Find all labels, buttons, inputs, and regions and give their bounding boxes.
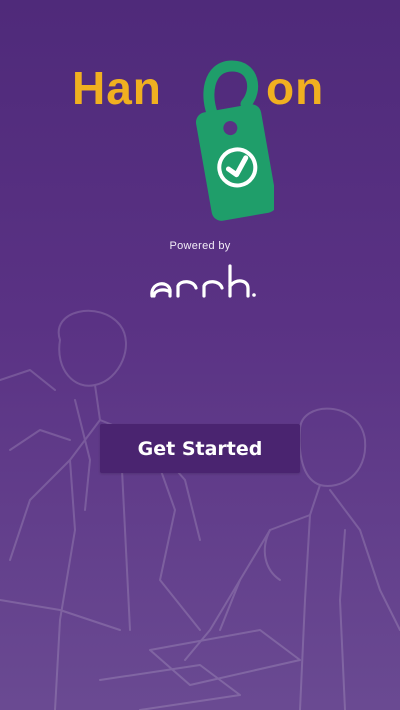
splash-screen: Han on Powered by Get Started [0,0,400,710]
logo-text-right: on [266,62,325,114]
door-hanger-check-icon [195,60,274,221]
office-workers-illustration [0,309,400,710]
hangon-logo: Han on [66,56,336,221]
powered-by-label: Powered by [169,240,231,252]
logo-text-left: Han [72,62,162,114]
arrk-logo [150,264,256,298]
get-started-button[interactable]: Get Started [100,424,300,473]
